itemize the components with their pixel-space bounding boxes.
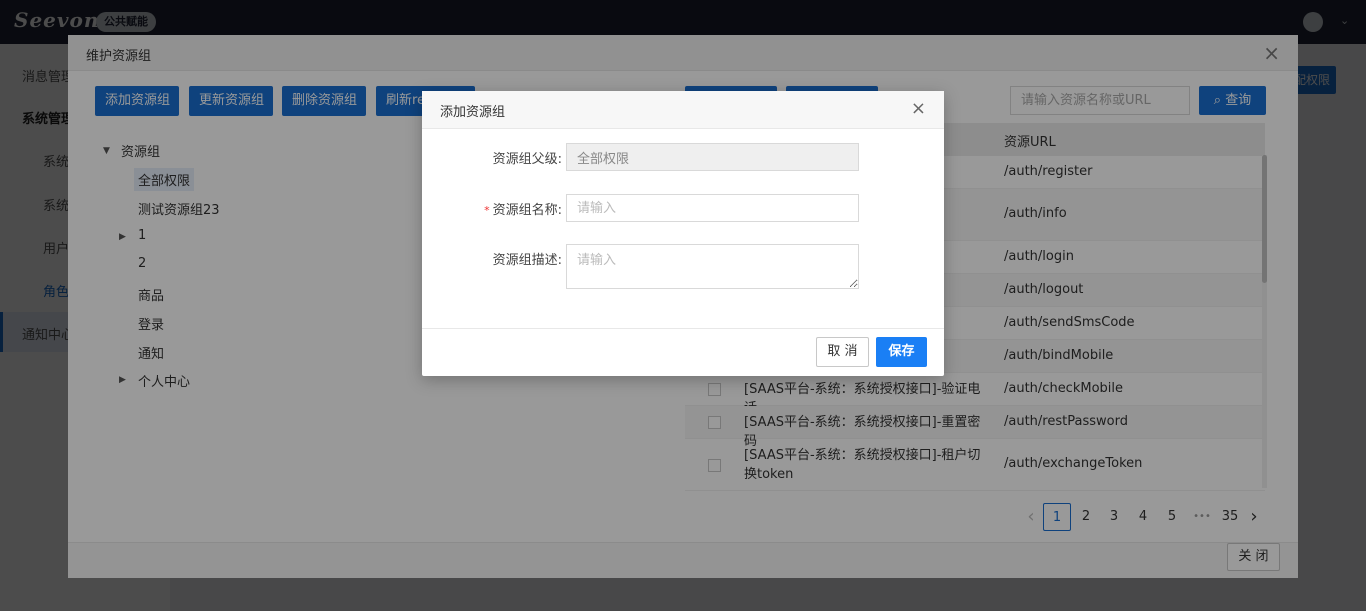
dialog-title: 添加资源组 [440, 105, 506, 120]
dialog-divider [422, 328, 944, 329]
save-button[interactable]: 保存 [876, 337, 927, 367]
name-label: 资源组名称: [492, 203, 562, 218]
desc-label: 资源组描述: [492, 253, 562, 268]
add-resource-group-dialog: 添加资源组 × 资源组父级: *资源组名称: 资源组描述: 取 消 保存 [422, 91, 944, 376]
cancel-button[interactable]: 取 消 [816, 337, 869, 367]
name-label-row: * 资源组名称: [462, 199, 562, 218]
required-asterisk: * [484, 204, 490, 217]
parent-label: 资源组父级: [492, 152, 562, 167]
desc-field[interactable] [566, 244, 859, 289]
dialog-header: 添加资源组 × [422, 91, 944, 129]
close-icon[interactable]: × [911, 98, 926, 119]
parent-field [566, 143, 859, 171]
name-field[interactable] [566, 194, 859, 222]
